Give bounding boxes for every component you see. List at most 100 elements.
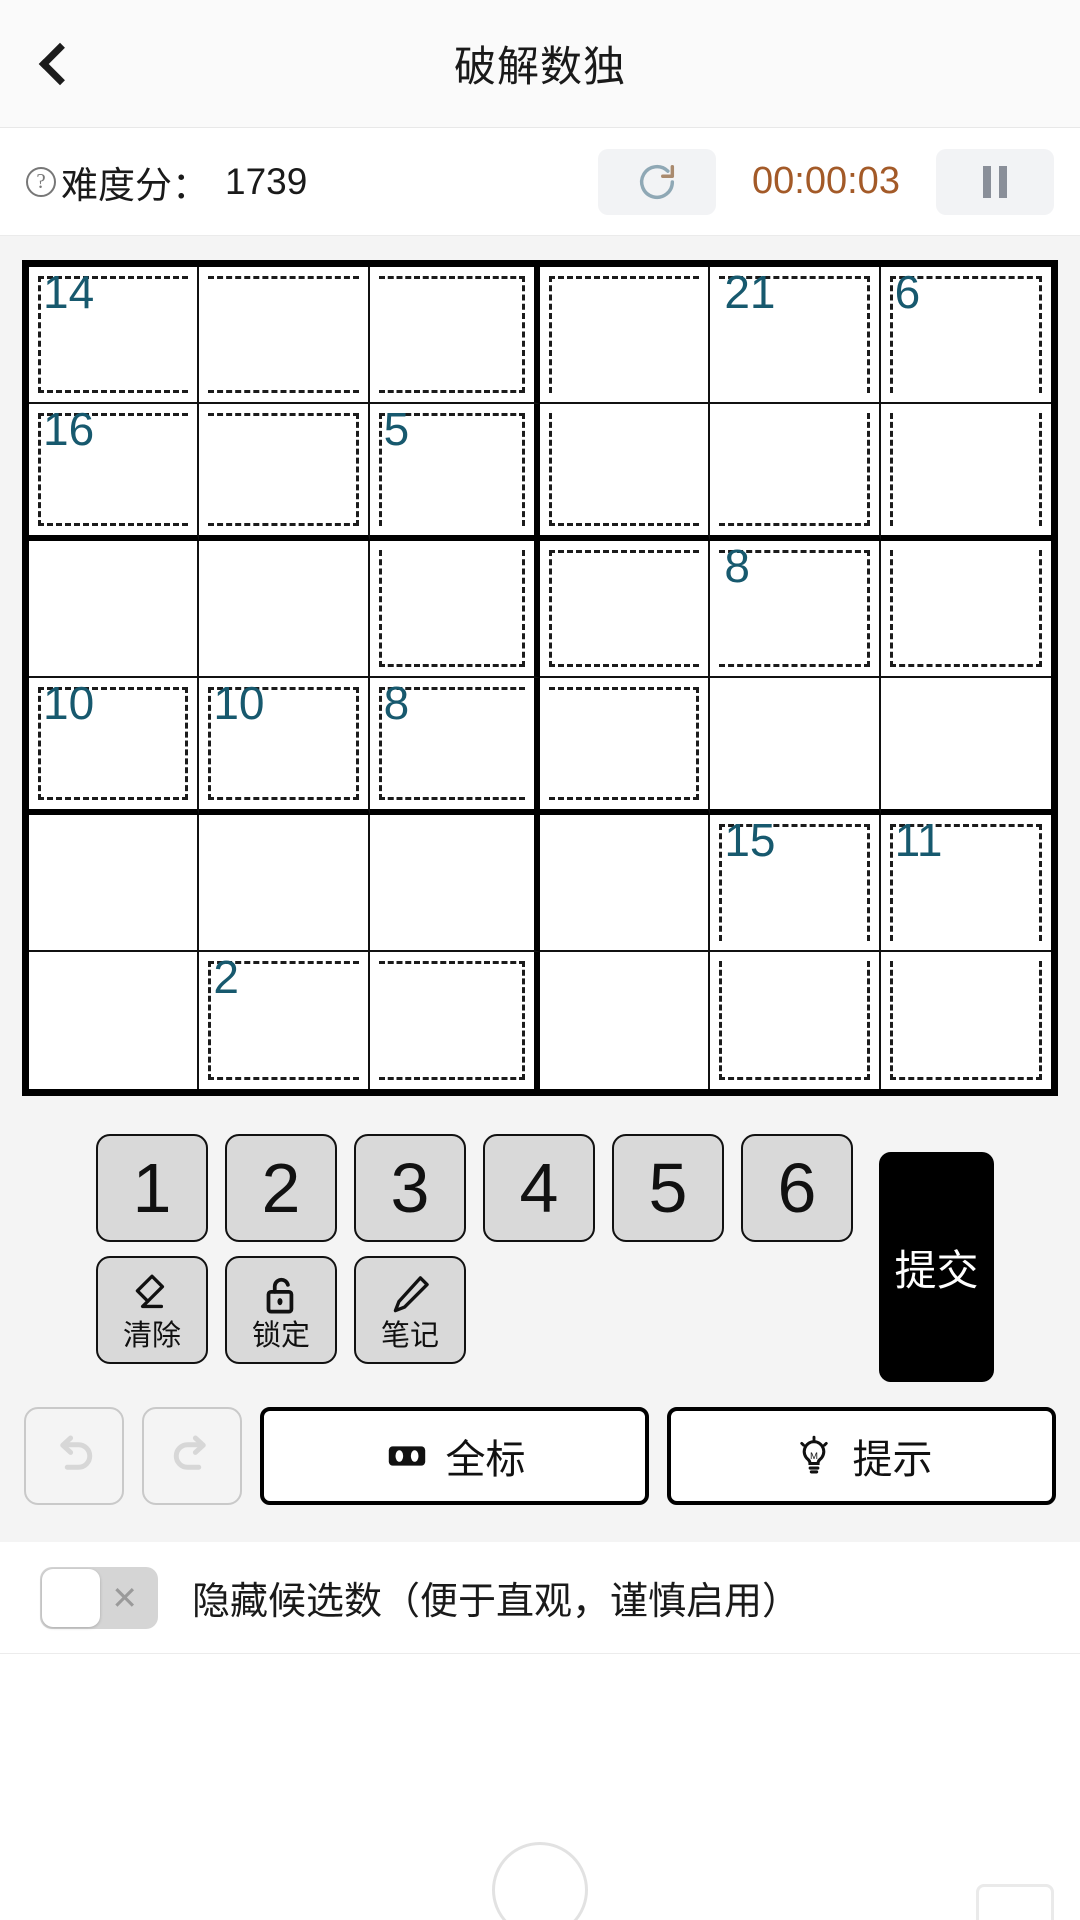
- lock-button[interactable]: 锁定: [225, 1256, 337, 1364]
- lock-open-icon: [266, 1277, 294, 1314]
- page-title: 破解数独: [453, 43, 626, 90]
- lightbulb-icon: M: [799, 1435, 828, 1474]
- sudoku-board[interactable]: 14 21 6 16 5 8 10 10 8 15 11 2: [22, 260, 1058, 1096]
- mark-all-button[interactable]: 全标: [260, 1407, 649, 1505]
- cage-outline: [719, 276, 870, 393]
- chevron-left-icon: [38, 42, 82, 85]
- board-cell[interactable]: [199, 541, 370, 678]
- cage-outline: [378, 276, 525, 393]
- clear-button[interactable]: 清除: [96, 1256, 208, 1364]
- action-bar: 全标 M 提示: [0, 1382, 1080, 1542]
- board-cell[interactable]: [539, 267, 711, 404]
- restart-button[interactable]: [598, 148, 716, 215]
- board-cell[interactable]: 10: [29, 677, 200, 815]
- clear-label: 清除: [122, 1319, 181, 1352]
- board-cell[interactable]: [710, 952, 881, 1089]
- board-cell[interactable]: 6: [880, 267, 1051, 404]
- board-cell[interactable]: [199, 815, 370, 952]
- board-cell[interactable]: [710, 404, 881, 541]
- board-cell[interactable]: [29, 815, 200, 952]
- board-cell[interactable]: 10: [199, 678, 370, 815]
- board-cell[interactable]: 14: [29, 267, 200, 404]
- home-indicator[interactable]: [492, 1842, 588, 1920]
- hide-candidates-toggle[interactable]: ✕: [40, 1566, 158, 1629]
- board-cell[interactable]: [880, 541, 1051, 678]
- cage-outline: [548, 550, 700, 667]
- pencil-icon: [393, 1275, 429, 1312]
- board-cell[interactable]: 5: [369, 404, 540, 541]
- board-cell[interactable]: 21: [710, 266, 881, 404]
- status-bar: ? 难度分： 1739 00:00:03: [0, 128, 1080, 236]
- board-cell[interactable]: 11: [880, 815, 1051, 952]
- board-cell[interactable]: [880, 678, 1051, 815]
- hide-candidates-row: ✕ 隐藏候选数（便于直观，谨慎启用）: [0, 1542, 1080, 1654]
- back-button[interactable]: [0, 0, 110, 128]
- board-cell[interactable]: [369, 952, 540, 1089]
- board-cell[interactable]: [880, 952, 1051, 1089]
- hint-button[interactable]: M 提示: [667, 1407, 1056, 1505]
- tool-key-row: 清除 锁定 笔记: [96, 1256, 853, 1364]
- cage-outline: [889, 413, 1042, 526]
- cage-outline: [889, 961, 1042, 1080]
- sudoku-app: 破解数独 ? 难度分： 1739 00:00:03 14 21 6 16 5 8 10 10 8…: [0, 0, 1080, 1920]
- board-cell[interactable]: 2: [199, 952, 370, 1089]
- cage-sum: 21: [724, 266, 776, 318]
- board-cell[interactable]: 8: [710, 541, 881, 678]
- undo-button[interactable]: [24, 1407, 124, 1505]
- pause-icon: [983, 165, 1007, 198]
- footer-strip: [0, 1654, 1080, 1920]
- number-key-6[interactable]: 6: [741, 1134, 853, 1242]
- board-cell[interactable]: 16: [29, 404, 200, 541]
- board-cell[interactable]: [29, 952, 200, 1089]
- board-cell[interactable]: [539, 404, 711, 541]
- board-cell[interactable]: [539, 541, 711, 678]
- cage-outline: [719, 961, 870, 1080]
- cage-outline: [208, 961, 359, 1080]
- board-cell[interactable]: [710, 678, 881, 815]
- cage-outline: [889, 550, 1042, 667]
- cage-outline: [889, 276, 1042, 393]
- close-x-icon: ✕: [111, 1579, 138, 1616]
- cage-sum: 10: [43, 677, 95, 729]
- board-cell[interactable]: [539, 952, 711, 1089]
- board-cell[interactable]: [29, 541, 200, 678]
- cage-outline: [378, 413, 525, 526]
- notes-button[interactable]: 笔记: [354, 1256, 466, 1364]
- number-key-3[interactable]: 3: [354, 1134, 466, 1242]
- board-cell[interactable]: [369, 267, 540, 404]
- cage-sum: 15: [724, 814, 776, 866]
- board-cell[interactable]: 8: [369, 678, 540, 815]
- cage-outline: [719, 413, 870, 526]
- lock-label: 锁定: [251, 1319, 310, 1352]
- svg-text:M: M: [810, 1451, 818, 1462]
- board-cell[interactable]: [539, 815, 711, 952]
- redo-button[interactable]: [142, 1407, 242, 1505]
- refresh-icon: [639, 164, 675, 199]
- number-key-2[interactable]: 2: [225, 1134, 337, 1242]
- board-cell[interactable]: [369, 541, 540, 678]
- board-cell[interactable]: [539, 678, 711, 815]
- pause-button[interactable]: [936, 148, 1054, 215]
- cage-outline: [889, 824, 1042, 941]
- number-key-4[interactable]: 4: [483, 1134, 595, 1242]
- board-cell[interactable]: 15: [710, 814, 881, 952]
- navigation-bar: 破解数独: [0, 0, 1080, 128]
- notes-label: 笔记: [380, 1319, 439, 1352]
- board-cell[interactable]: [199, 404, 370, 541]
- side-chip[interactable]: [976, 1884, 1054, 1920]
- cage-outline: [719, 550, 870, 667]
- difficulty-value: 1739: [225, 160, 308, 202]
- board-cell[interactable]: [880, 404, 1051, 541]
- cage-outline: [38, 687, 189, 800]
- timer-display: 00:00:03: [752, 160, 900, 202]
- number-key-5[interactable]: 5: [612, 1134, 724, 1242]
- board-cell[interactable]: [369, 815, 540, 952]
- board-cell[interactable]: [199, 267, 370, 404]
- board-container: 14 21 6 16 5 8 10 10 8 15 11 2: [0, 236, 1080, 1118]
- undo-arrow-icon: [60, 1435, 93, 1470]
- question-circle-icon[interactable]: ?: [26, 166, 56, 197]
- submit-button[interactable]: 提交: [879, 1152, 994, 1382]
- number-key-1[interactable]: 1: [96, 1134, 208, 1242]
- eraser-icon: [135, 1274, 165, 1308]
- difficulty-group: ? 难度分： 1739: [26, 155, 307, 209]
